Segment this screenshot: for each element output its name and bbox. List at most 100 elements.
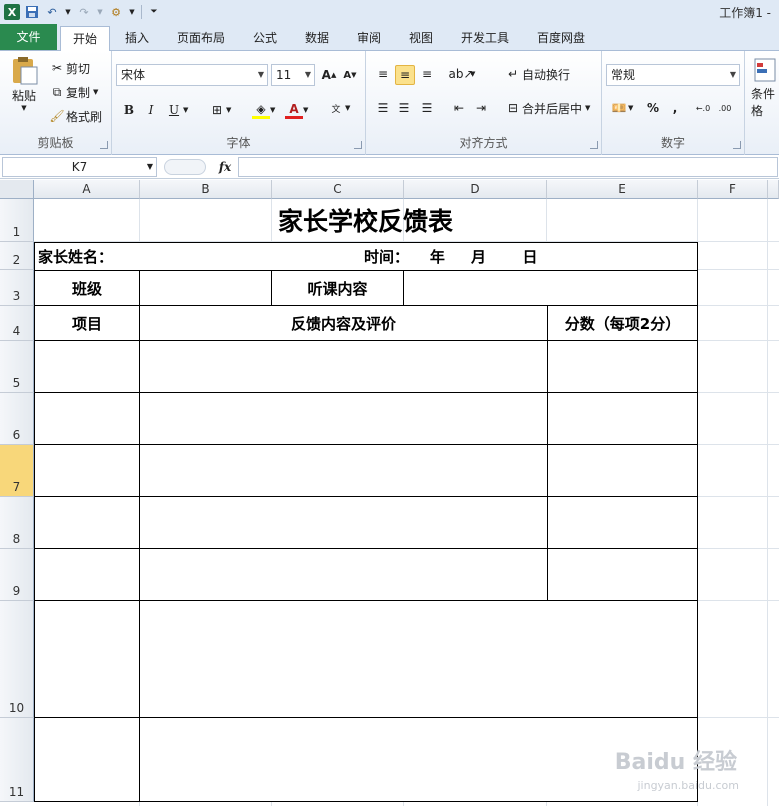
row-header-5[interactable]: 5 [0, 341, 34, 393]
topic-label-cell[interactable]: 听课内容 [271, 270, 404, 306]
column-header-g[interactable] [768, 180, 779, 199]
item-header-cell[interactable]: 项目 [34, 305, 140, 341]
dropdown-arrow-icon[interactable]: ▼ [96, 4, 104, 20]
wrap-text-button[interactable]: ↵ 自动换行 [504, 65, 570, 83]
comma-button[interactable]: , [666, 99, 684, 117]
phonetic-button[interactable]: 文 ▼ [327, 99, 350, 117]
feedback-cell[interactable] [139, 340, 548, 393]
score-cell[interactable] [547, 548, 698, 601]
class-value-cell[interactable] [139, 270, 272, 306]
row-header-9[interactable]: 9 [0, 549, 34, 601]
font-name-select[interactable]: 宋体 ▼ [116, 64, 268, 86]
tab-baidu-netdisk[interactable]: 百度网盘 [527, 26, 595, 51]
increase-font-button[interactable]: A ▲ [320, 66, 338, 84]
row-header-3[interactable]: 3 [0, 270, 34, 306]
redo-icon[interactable]: ↷ [76, 4, 92, 20]
dropdown-arrow-icon[interactable]: ▼ [128, 4, 136, 20]
quick-tool-icon[interactable]: ⚙ [108, 4, 124, 20]
copy-button[interactable]: ⧉ 复制 ▼ [48, 83, 99, 101]
tab-data[interactable]: 数据 [294, 26, 340, 51]
tab-file[interactable]: 文件 [0, 24, 57, 50]
row-header-1[interactable]: 1 [0, 199, 34, 242]
item-cell[interactable] [34, 444, 140, 497]
dialog-launcher-icon[interactable] [733, 141, 741, 149]
feedback-cell[interactable] [139, 496, 548, 549]
column-header-a[interactable]: A [34, 180, 140, 199]
tab-view[interactable]: 视图 [398, 26, 444, 51]
feedback-cell[interactable] [139, 444, 548, 497]
fill-color-button[interactable]: ◈ ▼ [252, 101, 275, 119]
merge-center-button[interactable]: ⊟ 合并后居中 ▼ [504, 99, 590, 117]
font-size-select[interactable]: 11 ▼ [271, 64, 315, 86]
italic-button[interactable]: I [142, 101, 160, 119]
dropdown-arrow-icon[interactable]: ▼ [64, 4, 72, 20]
dialog-launcher-icon[interactable] [354, 141, 362, 149]
feedback-cell[interactable] [139, 392, 548, 445]
item-cell[interactable] [34, 392, 140, 445]
score-cell[interactable] [547, 496, 698, 549]
align-right-button[interactable]: ☰ [418, 99, 436, 117]
row-header-6[interactable]: 6 [0, 393, 34, 445]
bold-button[interactable]: B [120, 101, 138, 119]
tab-developer[interactable]: 开发工具 [451, 26, 519, 51]
row-header-11[interactable]: 11 [0, 718, 34, 802]
increase-decimal-button[interactable]: ←.0 [694, 99, 712, 117]
item-cell[interactable] [34, 600, 140, 718]
score-cell[interactable] [547, 444, 698, 497]
row-header-10[interactable]: 10 [0, 601, 34, 718]
save-icon[interactable] [24, 4, 40, 20]
sheet-title[interactable]: 家长学校反馈表 [34, 199, 697, 241]
tab-review[interactable]: 审阅 [346, 26, 392, 51]
align-bottom-button[interactable]: ≡ [418, 65, 436, 83]
decrease-font-button[interactable]: A ▼ [341, 66, 359, 84]
accounting-format-button[interactable]: 💴 ▼ [610, 99, 634, 117]
align-middle-button[interactable]: ≡ [395, 65, 415, 85]
select-all-corner[interactable] [0, 180, 34, 199]
insert-function-icon[interactable]: fx [214, 157, 236, 177]
column-header-e[interactable]: E [547, 180, 698, 199]
name-box[interactable]: K7 ▼ [2, 157, 157, 177]
align-center-button[interactable]: ☰ [395, 99, 413, 117]
customize-quick-access-icon[interactable]: ⏷ [146, 4, 162, 20]
comment-cell[interactable] [139, 600, 698, 718]
font-color-button[interactable]: A ▼ [285, 101, 308, 119]
cut-button[interactable]: ✂ 剪切 [48, 59, 90, 77]
decrease-decimal-button[interactable]: .00 [716, 99, 734, 117]
format-painter-button[interactable]: 🖌 格式刷 [48, 107, 102, 125]
column-header-b[interactable]: B [140, 180, 272, 199]
class-label-cell[interactable]: 班级 [34, 270, 140, 306]
item-cell[interactable] [34, 496, 140, 549]
topic-value-cell[interactable] [403, 270, 698, 306]
tab-formulas[interactable]: 公式 [242, 26, 288, 51]
row-header-4[interactable]: 4 [0, 306, 34, 341]
item-cell[interactable] [34, 340, 140, 393]
undo-icon[interactable]: ↶ [44, 4, 60, 20]
feedback-cell[interactable] [139, 548, 548, 601]
tab-home[interactable]: 开始 [60, 26, 110, 52]
tab-page-layout[interactable]: 页面布局 [168, 26, 234, 51]
formula-bar-resizer[interactable] [164, 159, 206, 175]
number-format-select[interactable]: 常规 ▼ [606, 64, 740, 86]
column-header-f[interactable]: F [698, 180, 768, 199]
increase-indent-button[interactable]: ⇥ [472, 99, 490, 117]
column-header-d[interactable]: D [404, 180, 547, 199]
score-cell[interactable] [547, 392, 698, 445]
score-header-cell[interactable]: 分数（每项2分） [547, 305, 698, 341]
formula-input[interactable] [238, 157, 778, 177]
decrease-indent-button[interactable]: ⇤ [450, 99, 468, 117]
percent-button[interactable]: % [644, 99, 662, 117]
tab-insert[interactable]: 插入 [114, 26, 160, 51]
borders-button[interactable]: ⊞ ▼ [208, 101, 231, 119]
row-header-2[interactable]: 2 [0, 242, 34, 270]
feedback-header-cell[interactable]: 反馈内容及评价 [139, 305, 548, 341]
align-top-button[interactable]: ≡ [374, 65, 392, 83]
score-cell[interactable] [547, 340, 698, 393]
column-header-c[interactable]: C [272, 180, 404, 199]
row-header-7[interactable]: 7 [0, 445, 34, 497]
item-cell[interactable] [34, 548, 140, 601]
dialog-launcher-icon[interactable] [590, 141, 598, 149]
orientation-button[interactable]: ab↗ ▼ [448, 65, 475, 83]
dialog-launcher-icon[interactable] [100, 141, 108, 149]
conditional-format-button[interactable]: 条件格 [751, 57, 779, 119]
paste-button[interactable]: 粘贴 ▼ [6, 55, 42, 112]
